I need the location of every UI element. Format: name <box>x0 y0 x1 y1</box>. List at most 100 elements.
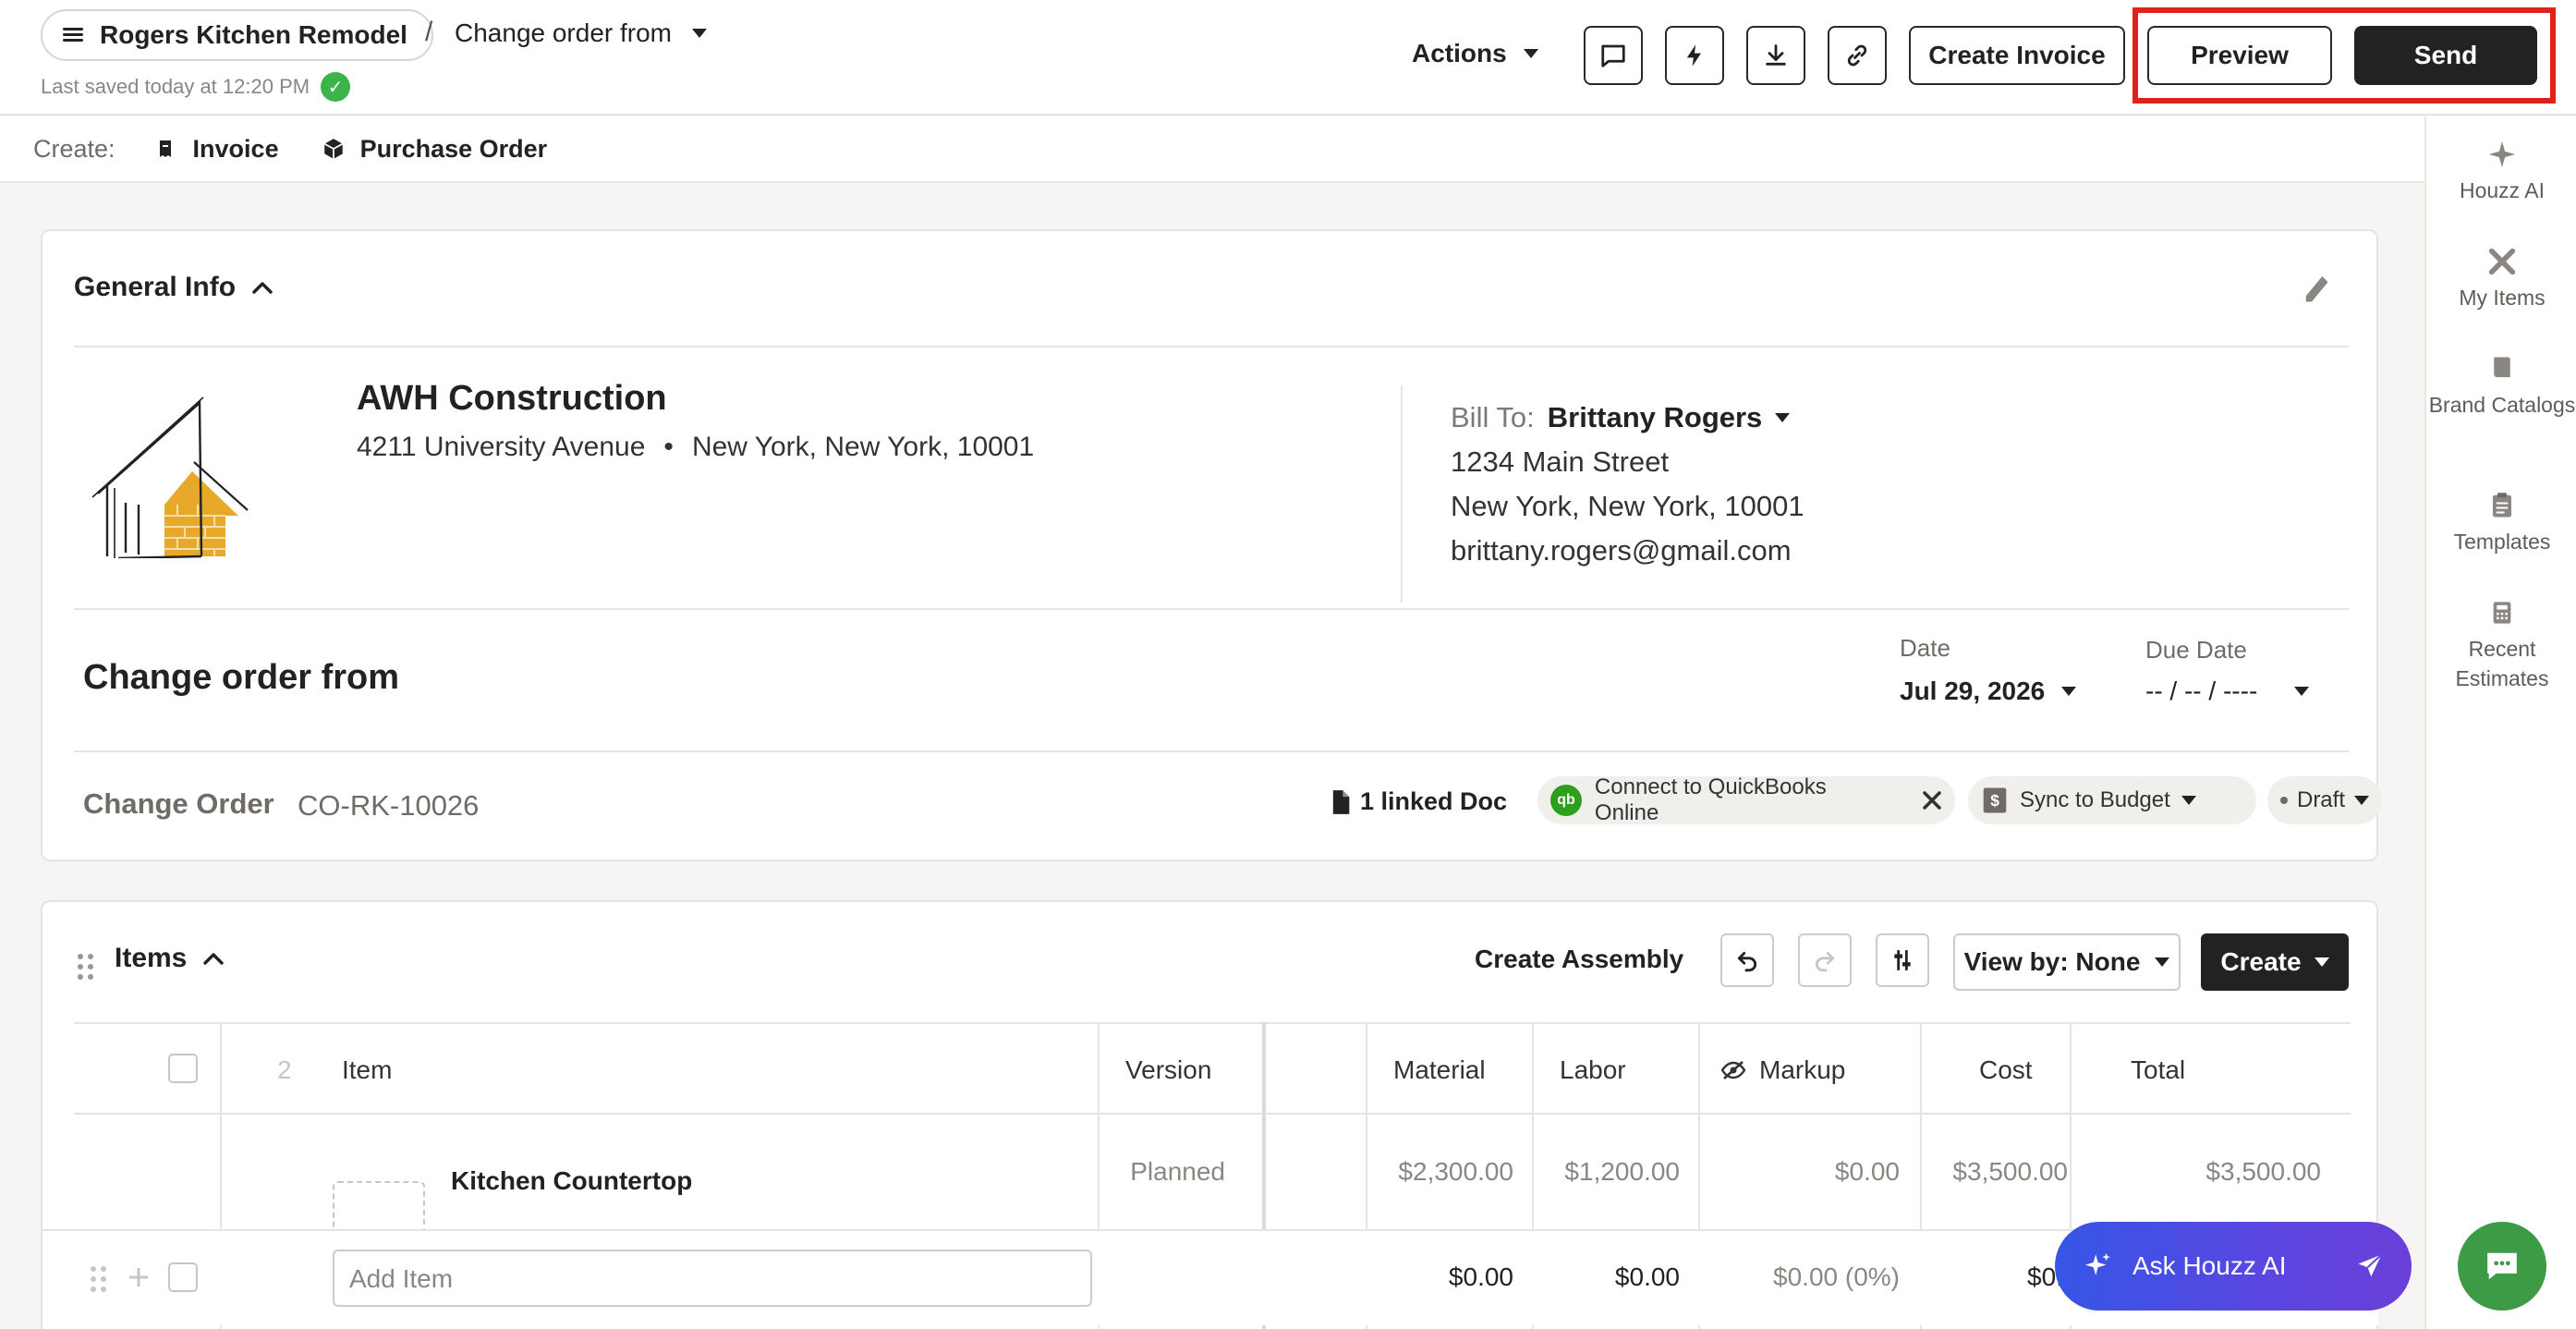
chevron-down-icon <box>1775 413 1791 422</box>
change-order-number[interactable]: CO-RK-10026 <box>298 789 479 823</box>
view-by-dropdown[interactable]: View by: None <box>1953 933 2181 991</box>
items-title: Items <box>115 943 188 973</box>
undo-icon <box>1737 952 1757 972</box>
rail-my-items[interactable]: My Items <box>2426 246 2576 312</box>
tools-icon <box>2488 248 2516 275</box>
rail-brand-catalogs[interactable]: Brand Catalogs <box>2426 353 2576 420</box>
chevron-down-icon <box>692 29 708 38</box>
item-version[interactable]: Planned <box>1105 1157 1225 1187</box>
add-item-row: Add Item $0.00 $0.00 $0.00 (0%) $0. <box>43 1229 2378 1325</box>
drag-handle-icon[interactable] <box>91 1266 106 1292</box>
link-icon <box>1847 44 1867 67</box>
markup-header-label: Markup <box>1759 1055 1846 1084</box>
pencil-icon[interactable] <box>2303 274 2330 307</box>
quickbooks-connect-chip[interactable]: qb Connect to QuickBooks Online <box>1537 774 1955 825</box>
sync-label: Sync to Budget <box>2020 787 2170 812</box>
box-icon <box>323 139 343 159</box>
ask-houzz-ai-button[interactable]: Ask Houzz AI <box>2055 1222 2412 1311</box>
column-header-labor[interactable]: Labor <box>1560 1055 1626 1085</box>
actions-dropdown[interactable]: Actions <box>1412 39 1538 68</box>
column-settings-button[interactable] <box>1876 933 1929 987</box>
row-checkbox[interactable] <box>168 1262 198 1292</box>
create-assembly-button[interactable]: Create Assembly <box>1475 945 1683 974</box>
chevron-down-icon <box>2181 796 2196 805</box>
rail-label: Houzz AI <box>2459 178 2546 202</box>
bill-to-email: brittany.rogers@gmail.com <box>1451 534 1792 567</box>
rail-label: Templates <box>2453 530 2551 554</box>
column-header-total[interactable]: Total <box>2131 1055 2185 1085</box>
copy-link-button[interactable] <box>1828 26 1887 85</box>
save-status: Last saved today at 12:20 PM ✓ <box>41 72 351 102</box>
chevron-up-icon <box>203 953 225 965</box>
document-title[interactable]: Change order from <box>83 658 399 698</box>
download-icon <box>1766 44 1786 66</box>
divider <box>74 346 2349 347</box>
automation-button[interactable] <box>1665 26 1724 85</box>
due-date-label: Due Date <box>2145 636 2247 664</box>
rail-houzz-ai[interactable]: Houzz AI <box>2426 139 2576 205</box>
svg-text:$: $ <box>1990 791 1999 810</box>
sliders-icon <box>1894 950 1911 970</box>
general-info-title: General Info <box>74 272 237 302</box>
plus-icon[interactable] <box>128 1266 150 1288</box>
create-label: Create <box>2220 947 2302 976</box>
item-name[interactable]: Kitchen Countertop <box>451 1166 692 1196</box>
items-toggle[interactable]: Items <box>115 943 225 974</box>
project-selector[interactable]: Rogers Kitchen Remodel <box>41 9 433 61</box>
linked-docs-button[interactable]: 1 linked Doc <box>1331 787 1507 816</box>
redo-button[interactable] <box>1798 933 1852 987</box>
sync-to-budget-dropdown[interactable]: $ Sync to Budget <box>1968 776 2256 824</box>
create-invoice-link[interactable]: Invoice <box>156 135 279 164</box>
item-material[interactable]: $2,300.00 <box>1366 1157 1513 1187</box>
save-status-text: Last saved today at 12:20 PM <box>41 75 310 98</box>
document-name-dropdown[interactable]: Change order from <box>455 18 708 48</box>
column-header-markup[interactable]: Markup <box>1720 1055 1845 1085</box>
rail-templates[interactable]: Templates <box>2426 490 2576 556</box>
item-cost: $3,500.00 <box>1952 1157 2068 1186</box>
redo-icon <box>1815 952 1835 972</box>
quickbooks-label: Connect to QuickBooks Online <box>1594 774 1827 825</box>
column-header-version[interactable]: Version <box>1125 1055 1211 1085</box>
eye-off-icon <box>1720 1061 1746 1079</box>
linked-docs-label: 1 linked Doc <box>1360 787 1508 815</box>
chat-icon <box>2487 1252 2517 1280</box>
column-header-item[interactable]: Item <box>342 1055 392 1085</box>
close-icon[interactable] <box>1922 790 1942 811</box>
create-purchase-order-link[interactable]: Purchase Order <box>322 135 547 164</box>
bill-to: Bill To: Brittany Rogers 1234 Main Stree… <box>1451 396 1804 573</box>
right-rail: Houzz AI My Items Brand Catalogs Templat… <box>2424 116 2576 1329</box>
project-name: Rogers Kitchen Remodel <box>100 20 407 49</box>
check-circle-icon: ✓ <box>321 72 351 102</box>
bullet: • <box>663 432 674 462</box>
general-info-toggle[interactable]: General Info <box>74 272 273 303</box>
budget-icon: $ <box>1983 787 2007 813</box>
menu-icon <box>63 28 83 43</box>
create-invoice-button[interactable]: Create Invoice <box>1909 26 2125 85</box>
rail-label: My Items <box>2459 286 2546 310</box>
company-street: 4211 University Avenue <box>357 432 646 462</box>
create-item-dropdown[interactable]: Create <box>2201 933 2349 991</box>
undo-button[interactable] <box>1720 933 1774 987</box>
company-address: 4211 University Avenue • New York, New Y… <box>357 432 1034 463</box>
quickbooks-icon: qb <box>1550 785 1582 816</box>
chat-button[interactable] <box>2458 1222 2546 1311</box>
drag-handle-icon[interactable] <box>78 954 93 980</box>
bill-to-contact-dropdown[interactable]: Bill To: Brittany Rogers <box>1451 396 1804 440</box>
general-info-panel: General Info AWH Construction 4211 Unive… <box>41 229 2382 861</box>
download-button[interactable] <box>1746 26 1805 85</box>
column-header-material[interactable]: Material <box>1393 1055 1486 1085</box>
comment-button[interactable] <box>1584 26 1643 85</box>
select-all-checkbox[interactable] <box>168 1054 198 1083</box>
column-header-cost[interactable]: Cost <box>1979 1055 2033 1085</box>
date-picker[interactable]: Jul 29, 2026 <box>1900 677 2077 706</box>
due-date-picker[interactable]: -- / -- / ---- <box>2145 677 2310 706</box>
item-markup[interactable]: $0.00 <box>1698 1157 1900 1187</box>
bill-to-label: Bill To: <box>1451 401 1535 433</box>
add-item-input[interactable]: Add Item <box>333 1250 1092 1307</box>
chevron-down-icon <box>1523 49 1538 58</box>
status-dropdown[interactable]: Draft <box>2267 776 2382 824</box>
item-labor[interactable]: $1,200.00 <box>1532 1157 1680 1187</box>
date-value: Jul 29, 2026 <box>1900 677 2046 705</box>
status-dot <box>2280 797 2288 804</box>
rail-recent-estimates[interactable]: Recent Estimates <box>2426 597 2576 693</box>
